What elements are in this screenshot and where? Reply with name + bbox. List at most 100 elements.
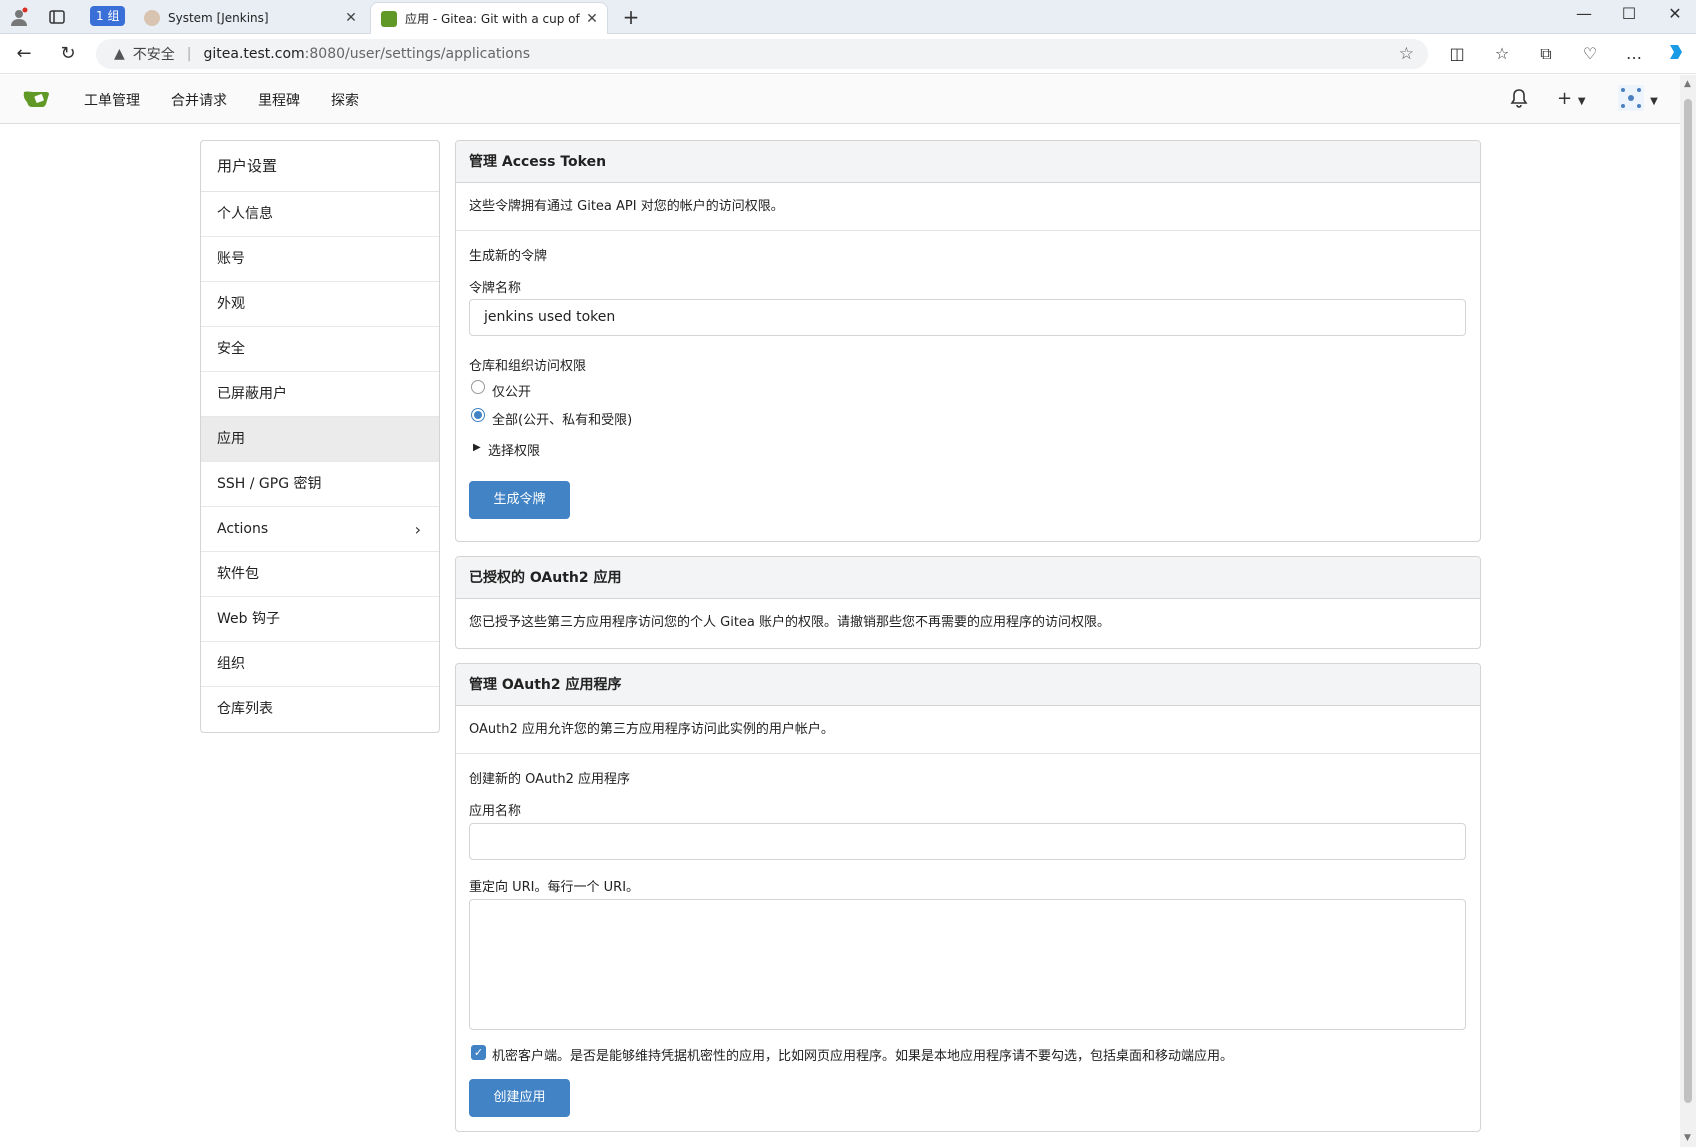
generate-token-heading: 生成新的令牌 (469, 249, 548, 264)
chevron-down-icon: ▼ (1650, 96, 1658, 107)
url-separator: | (186, 46, 192, 62)
split-screen-icon[interactable]: ◫ (1445, 42, 1469, 66)
tab-group-badge[interactable]: 1 组 (90, 6, 126, 26)
sidebar-item-profile[interactable]: 个人信息 (201, 192, 439, 237)
create-app-button[interactable]: 创建应用 (469, 1079, 570, 1117)
sidebar-item-repositories[interactable]: 仓库列表 (201, 687, 439, 732)
sidebar-item-label: 外观 (217, 296, 245, 312)
tab-title: 应用 - Gitea: Git with a cup of tea (405, 12, 583, 26)
confidential-client-label[interactable]: 机密客户端。是否是能够维持凭据机密性的应用，比如网页应用程序。如果是本地应用程序… (492, 1045, 1233, 1064)
url-path: :8080/user/settings/applications (304, 46, 531, 62)
chevron-right-icon: › (414, 520, 421, 539)
token-name-input[interactable]: jenkins used token (469, 299, 1466, 336)
sidebar-item-label: Web 钩子 (217, 611, 280, 627)
collections-icon[interactable]: ⧉ (1534, 42, 1558, 66)
back-icon[interactable]: ← (11, 42, 37, 66)
favorite-star-icon[interactable]: ☆ (1399, 44, 1414, 64)
confidential-client-checkbox[interactable]: ✓ (471, 1045, 486, 1060)
tab-actions-icon[interactable] (46, 6, 68, 28)
sidebar-item-packages[interactable]: 软件包 (201, 552, 439, 597)
tab-title: System [Jenkins] (168, 11, 269, 25)
copilot-icon[interactable] (1664, 42, 1688, 66)
gitea-navbar: 工单管理 合并请求 里程碑 探索 + ▼ ▼ (0, 75, 1680, 124)
nav-issues[interactable]: 工单管理 (84, 90, 140, 110)
sidebar-item-organizations[interactable]: 组织 (201, 642, 439, 687)
scroll-up-icon[interactable]: ▲ (1684, 79, 1691, 89)
create-app-heading: 创建新的 OAuth2 应用程序 (469, 772, 631, 787)
redirect-uri-textarea[interactable] (469, 899, 1466, 1030)
settings-sidebar: 用户设置 个人信息 账号 外观 安全 已屏蔽用户 应用 SSH / GPG 密钥… (200, 140, 440, 733)
scroll-down-icon[interactable]: ▼ (1684, 1133, 1691, 1143)
close-icon[interactable]: ✕ (342, 10, 360, 26)
profile-icon[interactable] (8, 6, 30, 28)
scope-label: 仓库和组织访问权限 (469, 359, 587, 374)
sidebar-item-account[interactable]: 账号 (201, 237, 439, 282)
reload-icon[interactable]: ↻ (55, 42, 81, 66)
favorites-icon[interactable]: ☆ (1490, 42, 1514, 66)
page-scrollbar[interactable]: ▲ ▼ (1680, 75, 1696, 1147)
scroll-thumb[interactable] (1684, 99, 1692, 1103)
gitea-logo-icon[interactable] (22, 87, 52, 111)
browser-tab-bar: 1 组 System [Jenkins] ✕ 应用 - Gitea: Git w… (0, 0, 1696, 34)
new-tab-icon[interactable]: + (620, 5, 642, 29)
redirect-uri-label: 重定向 URI。每行一个 URI。 (469, 880, 640, 895)
oauth2-apps-section: 管理 OAuth2 应用程序 OAuth2 应用允许您的第三方应用程序访问此实例… (455, 663, 1481, 1132)
browser-essentials-icon[interactable]: ♡ (1578, 42, 1602, 66)
scope-public-radio[interactable] (471, 380, 485, 394)
sidebar-item-blocked-users[interactable]: 已屏蔽用户 (201, 372, 439, 417)
more-menu-icon[interactable]: … (1622, 42, 1646, 66)
section-description: 这些令牌拥有通过 Gitea API 对您的帐户的访问权限。 (456, 183, 1480, 231)
gitea-favicon-icon (381, 10, 397, 27)
generate-token-button[interactable]: 生成令牌 (469, 481, 570, 519)
close-icon[interactable]: ✕ (583, 11, 601, 27)
security-label[interactable]: 不安全 (133, 44, 175, 64)
create-oauth2-form: 创建新的 OAuth2 应用程序 应用名称 重定向 URI。每行一个 URI。 … (456, 754, 1480, 1131)
sidebar-item-actions[interactable]: Actions › (201, 507, 439, 552)
sidebar-item-label: 已屏蔽用户 (217, 386, 287, 402)
minimize-icon[interactable]: — (1569, 4, 1599, 23)
sidebar-item-label: SSH / GPG 密钥 (217, 476, 322, 492)
jenkins-favicon-icon (144, 10, 160, 26)
nav-explore[interactable]: 探索 (331, 90, 359, 110)
access-token-section: 管理 Access Token 这些令牌拥有通过 Gitea API 对您的帐户… (455, 140, 1481, 542)
sidebar-item-label: 安全 (217, 341, 245, 357)
scope-public-label[interactable]: 仅公开 (492, 381, 531, 400)
maximize-icon[interactable]: ☐ (1614, 4, 1644, 23)
scope-all-radio[interactable] (471, 408, 485, 422)
sidebar-item-appearance[interactable]: 外观 (201, 282, 439, 327)
nav-milestones[interactable]: 里程碑 (258, 90, 300, 110)
notification-bell-icon[interactable] (1510, 88, 1528, 112)
app-name-input[interactable] (469, 823, 1466, 860)
app-name-label: 应用名称 (469, 804, 522, 819)
sidebar-item-webhooks[interactable]: Web 钩子 (201, 597, 439, 642)
sidebar-item-label: 仓库列表 (217, 701, 273, 717)
user-avatar[interactable]: ▼ (1617, 84, 1658, 116)
select-permissions-toggle[interactable]: 选择权限 (488, 440, 540, 459)
sidebar-item-security[interactable]: 安全 (201, 327, 439, 372)
sidebar-item-label: 组织 (217, 656, 245, 672)
scope-all-label[interactable]: 全部(公开、私有和受限) (492, 409, 632, 428)
authorized-oauth2-section: 已授权的 OAuth2 应用 您已授予这些第三方应用程序访问您的个人 Gitea… (455, 556, 1481, 649)
generate-token-form: 生成新的令牌 令牌名称 jenkins used token 仓库和组织访问权限… (456, 231, 1480, 541)
warning-icon[interactable]: ▲ (114, 46, 125, 62)
section-title: 管理 OAuth2 应用程序 (456, 664, 1480, 706)
sidebar-item-ssh-gpg-keys[interactable]: SSH / GPG 密钥 (201, 462, 439, 507)
sidebar-item-label: 账号 (217, 251, 245, 267)
tab-gitea-applications[interactable]: 应用 - Gitea: Git with a cup of tea ✕ (370, 2, 608, 34)
sidebar-item-applications[interactable]: 应用 (201, 417, 439, 462)
create-new-icon[interactable]: + ▼ (1557, 88, 1586, 109)
section-description: 您已授予这些第三方应用程序访问您的个人 Gitea 账户的权限。请撤销那些您不再… (469, 615, 1111, 630)
section-description: OAuth2 应用允许您的第三方应用程序访问此实例的用户帐户。 (456, 706, 1480, 754)
url-host: gitea.test.com (203, 46, 305, 62)
nav-pull-requests[interactable]: 合并请求 (171, 90, 227, 110)
sidebar-item-label: 个人信息 (217, 206, 273, 222)
window-close-icon[interactable]: ✕ (1660, 4, 1690, 23)
sidebar-header: 用户设置 (201, 141, 439, 192)
sidebar-item-label: Actions (217, 521, 269, 537)
token-name-label: 令牌名称 (469, 281, 522, 296)
url-bar[interactable]: ▲ 不安全 | gitea.test.com :8080/user/settin… (96, 39, 1428, 69)
tab-jenkins[interactable]: System [Jenkins] ✕ (134, 2, 366, 34)
sidebar-item-label: 应用 (217, 431, 245, 447)
section-title: 已授权的 OAuth2 应用 (456, 557, 1480, 599)
disclosure-triangle-icon[interactable]: ▶ (473, 442, 481, 453)
